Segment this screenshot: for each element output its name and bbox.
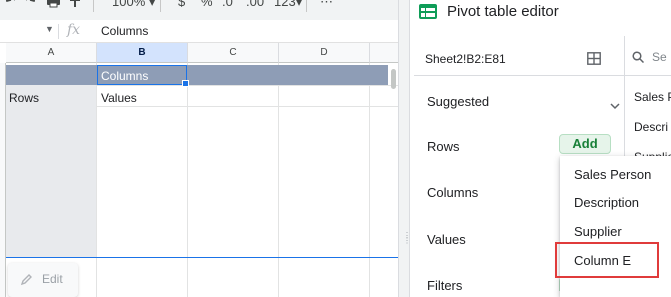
number-format-select[interactable]: 123▾	[274, 0, 302, 10]
column-header-b[interactable]: B	[97, 43, 188, 63]
toolbar-divider	[93, 0, 94, 12]
number-format-value: 123	[274, 0, 296, 9]
gridline	[278, 63, 279, 297]
field-item[interactable]: Descri	[634, 120, 668, 134]
decrease-decimal-button[interactable]: .0	[222, 0, 233, 10]
percent-format-button[interactable]: %	[201, 0, 213, 10]
panel-splitter[interactable]: ⋮ ⋮	[398, 0, 411, 297]
pencil-icon	[20, 273, 33, 291]
cell-b-values[interactable]: Values	[101, 91, 137, 105]
column-header-e[interactable]	[370, 43, 398, 63]
print-icon[interactable]	[46, 0, 61, 8]
dropdown-item-description[interactable]: Description	[560, 189, 671, 217]
data-range[interactable]: Sheet2!B2:E81	[414, 36, 624, 76]
gridline	[96, 63, 97, 297]
editor-header: Pivot table editor	[410, 0, 671, 26]
search-icon	[632, 50, 645, 68]
vertical-scrollbar[interactable]	[391, 69, 396, 89]
column-header-a[interactable]: A	[6, 43, 97, 63]
select-range-icon[interactable]	[587, 52, 601, 70]
column-a-fill	[6, 85, 96, 257]
name-box-dropdown-icon[interactable]: ▼	[45, 24, 54, 34]
dropdown-item-sales-person[interactable]: Sales Person	[560, 161, 671, 189]
zoom-select[interactable]: 100% ▾	[112, 0, 155, 10]
toolbar-divider	[306, 0, 307, 12]
paint-format-icon[interactable]	[69, 0, 81, 8]
header-band	[6, 65, 388, 85]
zoom-value: 100%	[112, 0, 146, 9]
spreadsheet-grid[interactable]: A B C D Columns Rows Values Edit	[0, 43, 398, 297]
gridline	[369, 63, 370, 297]
formula-bar-divider	[58, 24, 59, 39]
currency-format-button[interactable]: $	[178, 0, 185, 10]
redo-icon[interactable]	[23, 0, 37, 8]
edit-pivot-button[interactable]: Edit	[8, 263, 78, 297]
highlight-box	[555, 242, 659, 278]
range-value: Sheet2!B2:E81	[425, 52, 506, 66]
gridline	[187, 63, 188, 297]
column-header-d[interactable]: D	[279, 43, 370, 63]
cell-b-band[interactable]: Columns	[101, 69, 148, 83]
rows-add-button[interactable]: Add	[559, 134, 611, 154]
columns-label: Columns	[427, 185, 479, 200]
more-options-button[interactable]: ⋯	[320, 0, 333, 10]
search-placeholder: Se	[652, 50, 667, 64]
rows-label: Rows	[427, 139, 460, 154]
edit-button-label: Edit	[42, 272, 63, 286]
editor-title: Pivot table editor	[447, 3, 559, 20]
formula-bar: ▼ fx Columns	[0, 20, 398, 43]
increase-decimal-button[interactable]: .00	[246, 0, 264, 10]
chevron-down-icon[interactable]	[610, 97, 620, 115]
formula-input[interactable]: Columns	[101, 24, 148, 38]
pivot-table-icon	[419, 4, 437, 24]
cell-a-rows[interactable]: Rows	[9, 91, 39, 105]
undo-icon[interactable]	[4, 0, 18, 8]
suggested-label[interactable]: Suggested	[427, 94, 489, 109]
selection-border	[6, 257, 398, 258]
column-header-c[interactable]: C	[188, 43, 279, 63]
fx-icon: fx	[67, 22, 81, 38]
filters-label: Filters	[427, 278, 463, 293]
toolbar: 100% ▾ $ % .0 .00 123▾ ⋯	[0, 0, 398, 20]
toolbar-divider	[160, 0, 161, 12]
field-item[interactable]: Sales P	[634, 90, 671, 104]
fields-search[interactable]: Se	[625, 36, 671, 76]
values-label: Values	[427, 232, 466, 247]
